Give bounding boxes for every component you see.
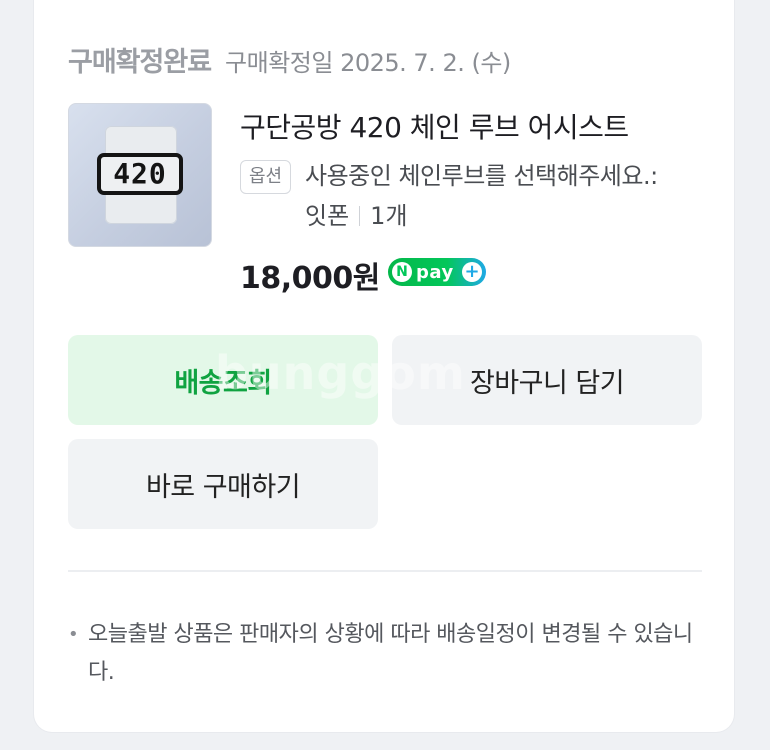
option-separator	[359, 206, 361, 226]
notice-text: 오늘출발 상품은 판매자의 상황에 따라 배송일정이 변경될 수 있습니다.	[88, 622, 693, 685]
option-value: 잇폰	[305, 202, 350, 230]
order-status-row: 구매확정완료 구매확정일 2025. 7. 2. (수)	[68, 40, 511, 79]
product-price: 18,000원	[240, 261, 380, 296]
option-detail: 잇폰 1개	[305, 200, 408, 232]
shipping-notice: • 오늘출발 상품은 판매자의 상황에 따라 배송일정이 변경될 수 있습니다.	[68, 616, 708, 692]
product-thumbnail[interactable]: 420	[68, 103, 212, 247]
divider	[68, 570, 702, 572]
plus-icon: +	[462, 262, 482, 282]
order-status: 구매확정완료	[68, 47, 212, 78]
bullet-icon: •	[68, 624, 79, 645]
npay-label: pay	[416, 261, 454, 283]
quantity: 1개	[370, 202, 408, 230]
product-image-label: 420	[97, 153, 183, 195]
product-name[interactable]: 구단공방 420 체인 루브 어시스트	[240, 106, 629, 146]
confirm-date: 구매확정일 2025. 7. 2. (수)	[225, 49, 511, 77]
option-badge: 옵션	[240, 160, 292, 194]
npay-n-icon: N	[392, 262, 412, 282]
option-text: 사용중인 체인루브를 선택해주세요.:	[305, 162, 658, 190]
buy-now-button[interactable]: 바로 구매하기	[68, 439, 378, 529]
npay-plus-badge: N pay +	[388, 258, 486, 286]
add-to-cart-button[interactable]: 장바구니 담기	[392, 335, 702, 425]
track-delivery-button[interactable]: 배송조회	[68, 335, 378, 425]
